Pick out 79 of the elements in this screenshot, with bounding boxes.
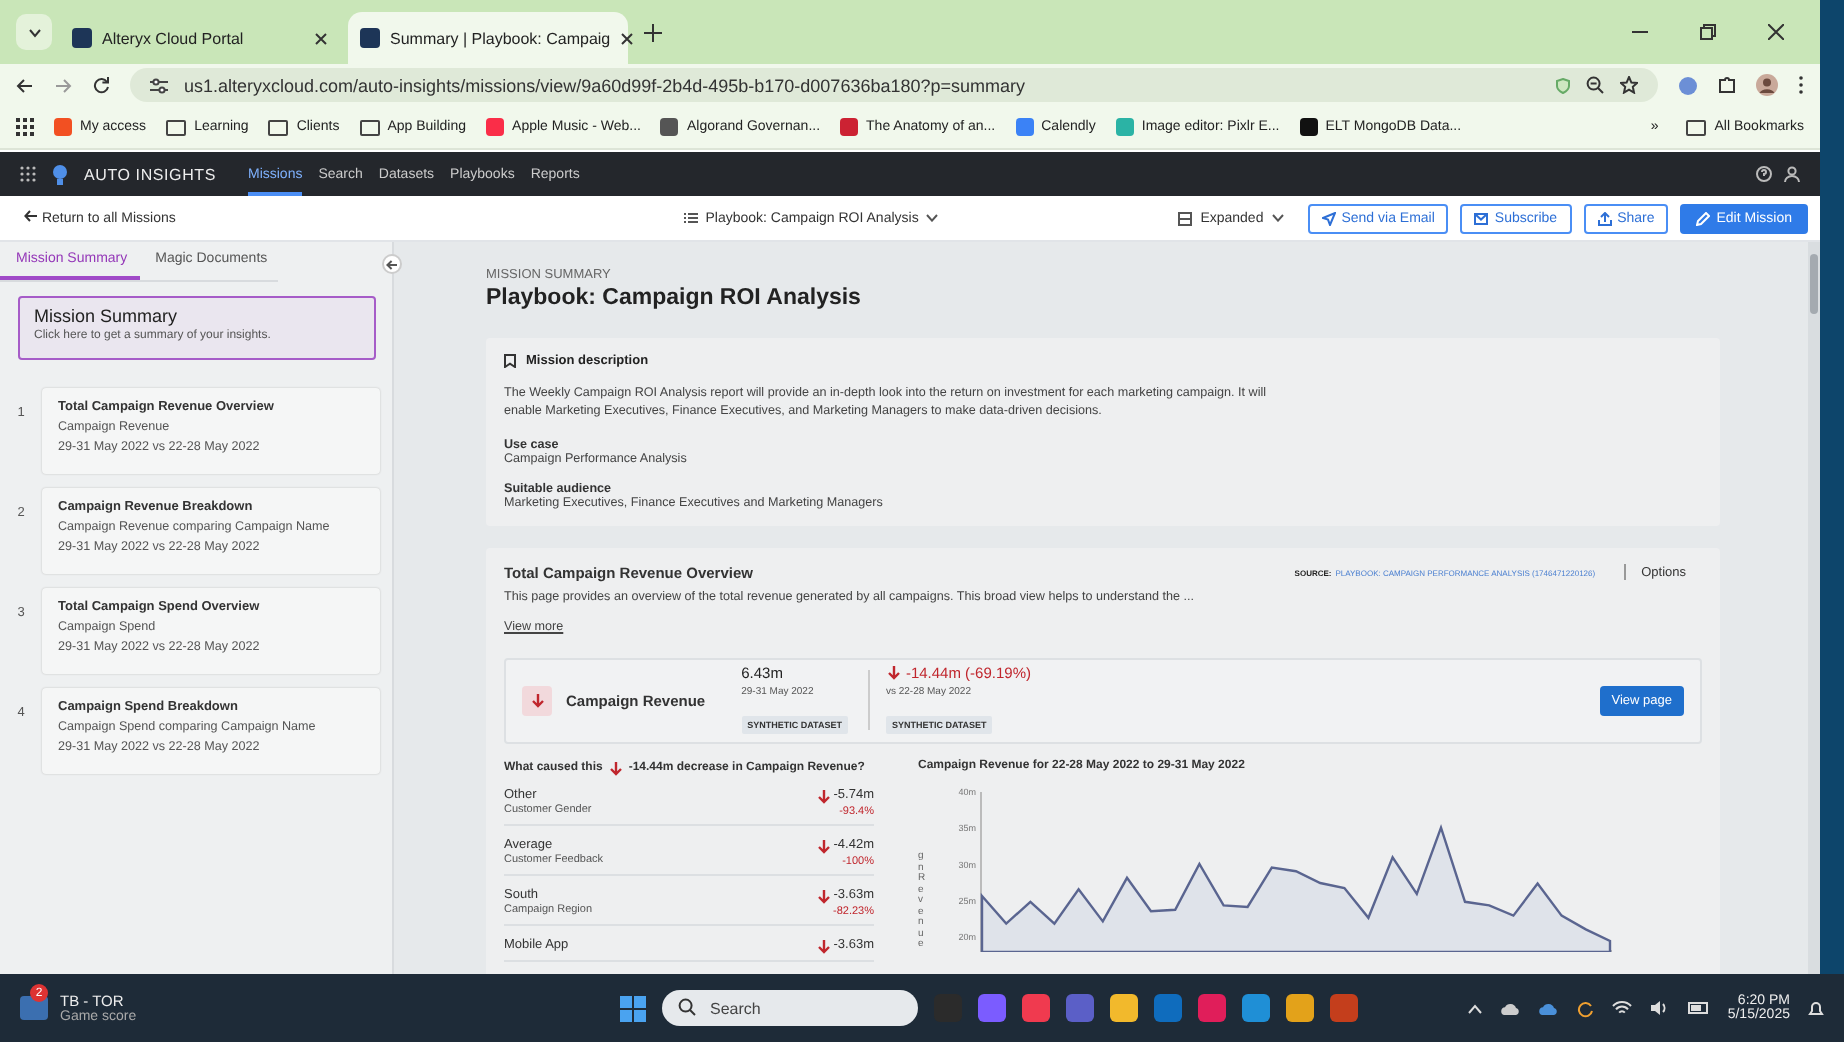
chevron-up-icon <box>1467 1003 1482 1013</box>
restore-icon <box>1700 24 1716 40</box>
reload-icon <box>92 76 110 94</box>
extension-circle-icon <box>1678 75 1698 95</box>
help-icon <box>1756 166 1772 182</box>
site-favicon-icon <box>486 118 505 136</box>
tab-list-button[interactable] <box>16 14 52 50</box>
scrollbar[interactable] <box>1808 242 1820 974</box>
card-title: Mission Summary <box>34 306 180 326</box>
puzzle-piece-icon <box>1718 76 1736 94</box>
envelope-icon <box>1474 211 1489 225</box>
search-icon <box>678 998 696 1016</box>
user-icon <box>1784 166 1800 182</box>
star-icon <box>1620 76 1638 94</box>
wifi-icon <box>1611 1000 1632 1016</box>
arrow-down-icon <box>885 664 902 681</box>
taskbar-app-icon[interactable] <box>1022 994 1050 1022</box>
taskbar-app-icon[interactable] <box>978 994 1006 1022</box>
cloud-icon <box>1537 1001 1558 1015</box>
plus-icon <box>644 23 662 41</box>
collapse-button[interactable] <box>382 254 402 274</box>
site-favicon-icon <box>54 118 72 136</box>
site-settings-icon <box>150 77 168 93</box>
app-brand: AUTO INSIGHTS <box>84 165 216 183</box>
folder-icon <box>359 119 380 135</box>
site-favicon-icon <box>1299 118 1318 136</box>
zoom-icon <box>1586 76 1604 94</box>
shield-icon <box>1556 77 1570 93</box>
app-tile-icon <box>20 996 48 1020</box>
back-arrow-icon <box>24 210 38 222</box>
close-icon <box>1768 24 1784 40</box>
cloud-icon <box>1499 1001 1520 1015</box>
site-favicon-icon <box>1115 118 1134 136</box>
taskbar-app-icon[interactable] <box>1110 994 1138 1022</box>
battery-icon <box>1687 1002 1710 1014</box>
forward-arrow-icon <box>54 77 72 93</box>
send-icon <box>1321 211 1336 225</box>
browser-tab[interactable]: Alteryx Cloud Portal <box>60 12 340 64</box>
refresh-icon <box>1575 999 1594 1017</box>
arrow-down-icon <box>815 937 830 954</box>
site-favicon-icon <box>660 118 679 136</box>
layout-icon <box>1178 211 1193 225</box>
list-icon <box>683 212 698 224</box>
chevron-down-icon <box>926 214 939 222</box>
arrow-left-icon <box>386 259 398 269</box>
share-icon <box>1597 211 1612 225</box>
profile-avatar-icon <box>1756 74 1778 96</box>
arrow-down-icon <box>815 837 830 854</box>
chevron-down-icon <box>1271 214 1284 222</box>
arrow-down-icon <box>815 887 830 904</box>
more-vertical-icon <box>1798 76 1804 94</box>
browser-tab[interactable]: Summary | Playbook: Campaig <box>348 12 628 64</box>
folder-icon <box>1686 119 1707 135</box>
back-arrow-icon <box>16 77 34 93</box>
address-bar[interactable]: us1.alteryxcloud.com/auto-insights/missions/view/9a60d99f-2b4d-495b-b170-d007636ba180?p=summary <box>130 68 1658 102</box>
taskbar-app-icon[interactable] <box>1242 994 1270 1022</box>
pencil-icon <box>1696 211 1711 225</box>
folder-icon <box>166 119 187 135</box>
arrow-down-icon <box>815 787 830 804</box>
apps-grid-icon <box>16 118 34 136</box>
speaker-icon <box>1649 1000 1670 1016</box>
lightbulb-icon <box>52 163 68 185</box>
site-favicon-icon <box>1015 118 1034 136</box>
trend-down-icon <box>522 685 552 716</box>
taskbar-app-icon[interactable] <box>1286 994 1314 1022</box>
page-title: Playbook: Campaign ROI Analysis <box>486 286 863 310</box>
arrow-down-icon <box>608 759 623 776</box>
close-icon <box>620 31 635 45</box>
bookmark-icon <box>504 354 516 368</box>
notification-bell-icon <box>1808 999 1824 1017</box>
site-favicon-icon <box>840 118 859 136</box>
windows-logo-icon <box>620 995 646 1021</box>
apps-grid-icon <box>20 166 36 182</box>
site-favicon-icon <box>360 28 380 48</box>
site-favicon-icon <box>72 28 92 48</box>
folder-icon <box>268 119 289 135</box>
chevron-down-icon <box>27 27 41 37</box>
close-icon <box>314 31 328 45</box>
taskbar-search-field[interactable]: Search <box>662 990 918 1026</box>
